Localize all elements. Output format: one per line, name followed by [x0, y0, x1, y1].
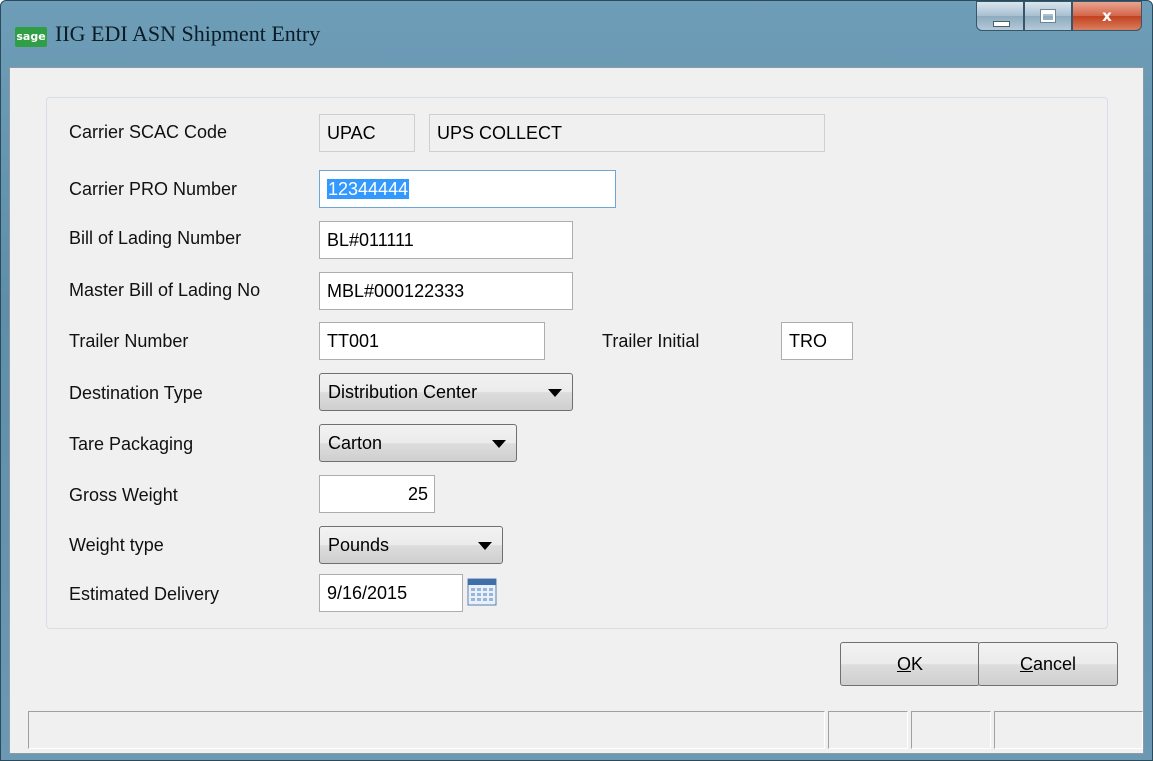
status-panel-main — [28, 711, 825, 749]
status-panel-4 — [994, 711, 1143, 749]
cancel-button[interactable]: Cancel — [978, 642, 1118, 686]
tare-packaging-select[interactable]: Carton — [319, 424, 517, 462]
weight-type-value: Pounds — [328, 535, 390, 555]
status-bar — [28, 711, 1143, 749]
shipment-form-group: Carrier SCAC Code UPAC UPS COLLECT Carri… — [46, 97, 1108, 629]
maximize-icon — [1040, 9, 1056, 23]
estimated-delivery-input[interactable]: 9/16/2015 — [319, 574, 463, 612]
carrier-pro-label: Carrier PRO Number — [69, 179, 238, 199]
carrier-description-field: UPS COLLECT — [429, 114, 825, 152]
carrier-pro-number-input[interactable]: 12344444 — [319, 170, 616, 208]
minimize-icon — [993, 21, 1010, 27]
dialog-window: sage IIG EDI ASN Shipment Entry x Carrie… — [0, 0, 1153, 761]
trailer-initial-label: Trailer Initial — [602, 331, 700, 351]
estimated-delivery-label: Estimated Delivery — [69, 584, 220, 604]
ok-label: K — [911, 654, 924, 674]
ok-mnemonic: O — [896, 654, 911, 674]
dialog-client-area: Carrier SCAC Code UPAC UPS COLLECT Carri… — [9, 67, 1144, 754]
selected-text: 12344444 — [327, 179, 410, 199]
trailer-initial-input[interactable]: TRO — [781, 322, 853, 360]
carrier-scac-code-field: UPAC — [319, 114, 415, 152]
sage-logo: sage — [15, 27, 47, 47]
chevron-down-icon — [548, 389, 562, 397]
master-bill-label: Master Bill of Lading No — [69, 280, 261, 300]
title-bar[interactable]: sage IIG EDI ASN Shipment Entry x — [1, 1, 1152, 67]
status-panel-3 — [911, 711, 991, 749]
minimize-button[interactable] — [976, 1, 1024, 31]
carrier-scac-label: Carrier SCAC Code — [69, 122, 228, 142]
tare-packaging-value: Carton — [328, 433, 383, 453]
cancel-label: ancel — [1032, 654, 1077, 674]
gross-weight-input[interactable]: 25 — [319, 475, 435, 513]
cancel-mnemonic: C — [1019, 654, 1033, 674]
chevron-down-icon — [478, 542, 492, 550]
calendar-icon[interactable] — [467, 578, 497, 606]
gross-weight-label: Gross Weight — [69, 485, 178, 505]
chevron-down-icon — [492, 440, 506, 448]
ok-button[interactable]: OK — [840, 642, 980, 686]
trailer-number-label: Trailer Number — [69, 331, 189, 351]
weight-type-select[interactable]: Pounds — [319, 526, 503, 564]
bill-of-lading-input[interactable]: BL#011111 — [319, 221, 573, 259]
tare-packaging-label: Tare Packaging — [69, 434, 194, 454]
status-panel-2 — [828, 711, 908, 749]
window-title: IIG EDI ASN Shipment Entry — [55, 21, 321, 46]
bill-of-lading-label: Bill of Lading Number — [69, 228, 242, 248]
close-icon: x — [1102, 7, 1112, 25]
maximize-button[interactable] — [1024, 1, 1072, 31]
caption-buttons: x — [976, 1, 1142, 31]
destination-type-value: Distribution Center — [328, 382, 478, 402]
close-button[interactable]: x — [1072, 1, 1142, 31]
trailer-number-input[interactable]: TT001 — [319, 322, 545, 360]
master-bill-input[interactable]: MBL#000122333 — [319, 272, 573, 310]
destination-type-select[interactable]: Distribution Center — [319, 373, 573, 411]
destination-type-label: Destination Type — [69, 383, 203, 403]
weight-type-label: Weight type — [69, 535, 164, 555]
